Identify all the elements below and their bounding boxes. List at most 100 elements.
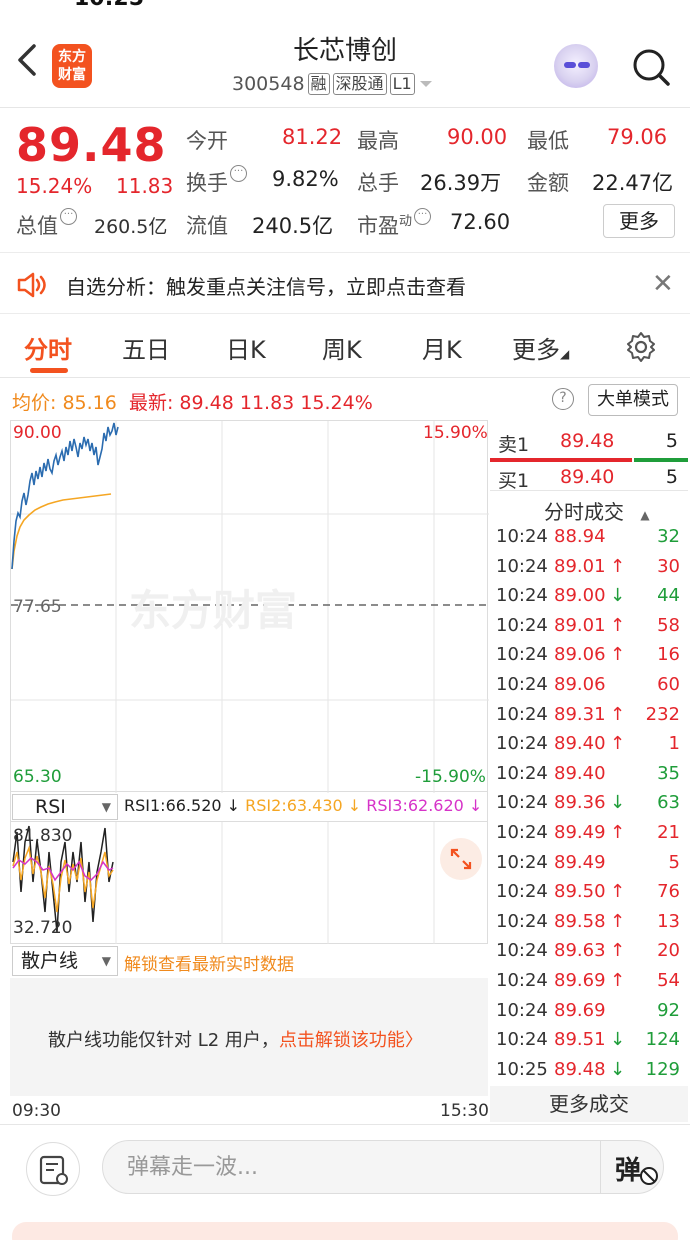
turnover-value: 9.82% bbox=[272, 167, 339, 191]
logo-line-2: 财富 bbox=[58, 67, 86, 83]
danmaku-input-box bbox=[102, 1140, 664, 1194]
float-value: 240.5亿 bbox=[252, 214, 334, 238]
rsi2-line bbox=[12, 845, 114, 913]
unlock-feature-link[interactable]: 点击解锁该功能 bbox=[279, 1030, 405, 1051]
deal-row: 10:24 89.01 ↑ 30 bbox=[490, 556, 688, 584]
tab-daily-k[interactable]: 日K bbox=[226, 330, 266, 365]
deals-title[interactable]: 分时成交 ▲ bbox=[544, 496, 650, 525]
chevron-down-icon bbox=[419, 81, 432, 87]
deal-price: 89.31 bbox=[554, 703, 606, 725]
info-dots-icon[interactable]: ··· bbox=[60, 208, 77, 225]
deal-row: 10:24 89.50 ↑ 76 bbox=[490, 881, 688, 909]
rsi-chart[interactable]: 81.830 32.720 bbox=[10, 822, 488, 944]
deal-time: 10:24 bbox=[496, 555, 548, 577]
sell-1-volume: 5 bbox=[665, 430, 678, 452]
pe-label: 市盈动 ··· bbox=[357, 208, 432, 240]
deal-row: 10:24 89.58 ↑ 13 bbox=[490, 911, 688, 939]
deal-volume: 124 bbox=[645, 1029, 680, 1051]
deal-row: 10:24 89.69 92 bbox=[490, 1000, 688, 1028]
avg-value: 85.16 bbox=[62, 392, 117, 414]
deal-row: 10:24 88.94 32 bbox=[490, 526, 688, 554]
deal-arrow-icon: ↑ bbox=[610, 703, 626, 725]
deal-row: 10:24 89.51 ↓ 124 bbox=[490, 1029, 688, 1057]
deal-price: 89.00 bbox=[554, 585, 606, 607]
deal-price: 89.69 bbox=[554, 999, 606, 1021]
deal-volume: 20 bbox=[657, 940, 680, 962]
deal-arrow-icon: ↑ bbox=[610, 881, 626, 903]
deal-volume: 5 bbox=[668, 851, 680, 873]
expand-chart-button[interactable] bbox=[440, 838, 482, 880]
deal-arrow-icon: ↑ bbox=[610, 555, 626, 577]
deal-arrow-icon: ↑ bbox=[610, 614, 626, 636]
deal-volume: 13 bbox=[657, 910, 680, 932]
indicator-select-value: RSI bbox=[35, 796, 66, 818]
deal-price: 89.50 bbox=[554, 881, 606, 903]
order-book: 卖1 89.48 5 买1 89.40 5 分时成交 ▲ 10:24 88.94 3… bbox=[490, 420, 690, 1120]
big-order-mode-button[interactable]: 大单模式 bbox=[588, 384, 678, 416]
close-icon[interactable]: ✕ bbox=[652, 269, 674, 299]
price-line bbox=[11, 422, 119, 570]
deal-time: 10:24 bbox=[496, 822, 548, 843]
last-price: 89.48 bbox=[16, 118, 167, 172]
help-icon[interactable]: ? bbox=[552, 388, 574, 410]
analysis-banner[interactable]: 自选分析：触发重点关注信号，立即点击查看 ✕ bbox=[0, 252, 690, 314]
bottom-panel-peek bbox=[12, 1222, 678, 1240]
tag-margin: 融 bbox=[307, 73, 330, 95]
more-deals-button[interactable]: 更多成交 bbox=[490, 1086, 688, 1122]
deal-row: 10:24 89.63 ↑ 20 bbox=[490, 940, 688, 968]
deal-row: 10:24 89.36 ↓ 63 bbox=[490, 792, 688, 820]
mcap-label-text: 总值 bbox=[16, 214, 58, 238]
sell-1-price: 89.48 bbox=[560, 430, 615, 452]
danmaku-input[interactable] bbox=[127, 1151, 587, 1183]
deal-volume: 58 bbox=[657, 614, 680, 636]
float-label: 流值 bbox=[186, 214, 228, 238]
tab-more[interactable]: 更多◢ bbox=[512, 330, 569, 365]
tab-more-label: 更多 bbox=[512, 336, 560, 364]
deal-volume: 54 bbox=[657, 970, 680, 991]
pe-sup: 动 bbox=[399, 214, 413, 229]
avg-price-line bbox=[11, 493, 112, 570]
deal-arrow-icon: ↓ bbox=[610, 1029, 626, 1051]
tab-weekly-k[interactable]: 周K bbox=[322, 330, 362, 365]
sell-1-label: 卖1 bbox=[498, 434, 530, 456]
info-dots-icon[interactable]: ··· bbox=[230, 165, 247, 182]
deal-time: 10:24 bbox=[496, 733, 548, 755]
unlock-realtime-link[interactable]: 解锁查看最新实时数据 bbox=[124, 950, 294, 975]
tab-monthly-k[interactable]: 月K bbox=[422, 330, 462, 365]
stock-code: 300548 bbox=[232, 73, 305, 95]
status-time: 10:25 bbox=[74, 0, 144, 8]
deal-row: 10:24 89.40 35 bbox=[490, 763, 688, 791]
deal-volume: 92 bbox=[657, 999, 680, 1021]
deal-row: 10:24 89.01 ↑ 58 bbox=[490, 615, 688, 643]
deal-time: 10:24 bbox=[496, 940, 548, 962]
more-quote-button[interactable]: 更多 bbox=[603, 204, 675, 238]
assistant-avatar-icon[interactable] bbox=[554, 44, 598, 88]
deal-price: 89.49 bbox=[554, 822, 606, 843]
expand-icon bbox=[450, 848, 472, 870]
search-icon[interactable] bbox=[630, 46, 672, 88]
tab-intraday[interactable]: 分时 bbox=[24, 330, 72, 365]
stock-subline[interactable]: 300548 融 深股通 L1 bbox=[232, 72, 434, 96]
chart-canvas: 东方财富 bbox=[11, 421, 489, 793]
danmaku-toggle-button[interactable]: 弹 bbox=[600, 1140, 664, 1194]
indicator-select[interactable]: RSI ▼ bbox=[12, 794, 118, 820]
sort-up-icon: ▲ bbox=[640, 508, 650, 522]
deal-volume: 232 bbox=[645, 703, 680, 725]
pct-axis-top: 15.90% bbox=[423, 423, 488, 443]
intraday-chart[interactable]: 东方财富 90.00 15.90% 77.65 65.30 -15.90% bbox=[10, 420, 489, 793]
deal-volume: 16 bbox=[657, 644, 680, 666]
retail-line-select[interactable]: 散户线 ▼ bbox=[12, 946, 118, 976]
deal-price: 89.06 bbox=[554, 674, 606, 695]
rsi-canvas bbox=[12, 822, 435, 944]
danmaku-off-icon bbox=[640, 1167, 658, 1185]
deal-time: 10:24 bbox=[496, 644, 548, 666]
high-value: 90.00 bbox=[447, 125, 508, 149]
time-axis-end: 15:30 bbox=[440, 1101, 489, 1121]
open-label: 今开 bbox=[186, 129, 228, 153]
settings-gear-icon[interactable] bbox=[624, 330, 658, 364]
deal-arrow-icon: ↑ bbox=[610, 970, 626, 991]
info-dots-icon[interactable]: ··· bbox=[414, 208, 432, 225]
notes-button[interactable] bbox=[26, 1142, 80, 1196]
tab-five-day[interactable]: 五日 bbox=[122, 330, 170, 365]
deal-price: 89.36 bbox=[554, 792, 606, 814]
